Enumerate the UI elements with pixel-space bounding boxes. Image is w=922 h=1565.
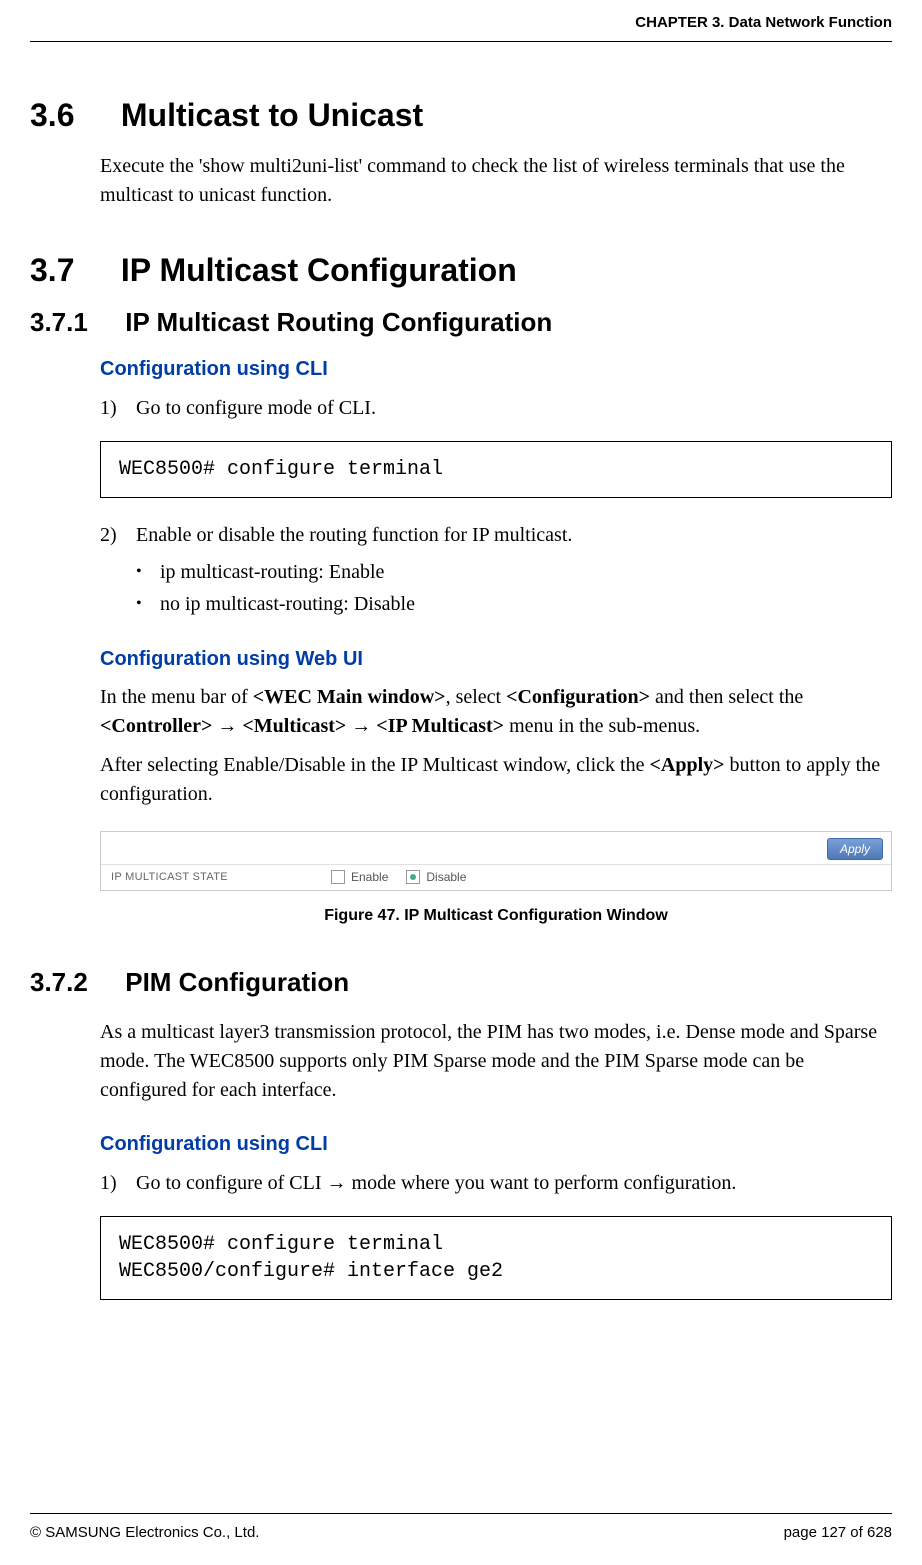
ip-multicast-state-label: IP MULTICAST STATE <box>111 871 331 883</box>
step-text: Enable or disable the routing function f… <box>136 520 572 550</box>
bold-frag: <Multicast> <box>242 715 346 737</box>
text-frag: , select <box>446 686 507 708</box>
page-header: CHAPTER 3. Data Network Function <box>30 0 892 42</box>
figure-state-row: IP MULTICAST STATE Enable Disable <box>101 864 891 890</box>
figure-toolbar: Apply <box>101 832 891 864</box>
figure-47-caption: Figure 47. IP Multicast Configuration Wi… <box>100 907 892 925</box>
arrow-icon: → <box>212 715 242 737</box>
figure-47-box: Apply IP MULTICAST STATE Enable Disable <box>100 831 892 891</box>
config-webui-heading: Configuration using Web UI <box>100 648 892 671</box>
bold-frag: <Apply> <box>649 754 724 776</box>
step-row: 1) Go to configure of CLI → mode where y… <box>100 1168 892 1198</box>
bullet-row: • ip multicast-routing: Enable <box>136 556 892 588</box>
apply-button[interactable]: Apply <box>827 838 883 860</box>
step-text: Go to configure of CLI → mode where you … <box>136 1168 736 1198</box>
webui-para-1: In the menu bar of <WEC Main window>, se… <box>100 683 892 741</box>
step-text: Go to configure mode of CLI. <box>136 393 376 423</box>
section-3-6-heading: 3.6 Multicast to Unicast <box>30 97 892 134</box>
bullet-text: ip multicast-routing: Enable <box>160 556 384 588</box>
section-3-7-1-heading: 3.7.1 IP Multicast Routing Configuration <box>30 307 892 338</box>
section-3-7-1-num: 3.7.1 <box>30 307 118 338</box>
chapter-label: CHAPTER 3. Data Network Function <box>635 14 892 31</box>
radio-selected-icon <box>410 874 416 880</box>
step-num: 1) <box>100 1168 136 1198</box>
code-block-1: WEC8500# configure terminal <box>100 441 892 498</box>
config-cli-heading-1: Configuration using CLI <box>100 358 892 381</box>
section-3-7-1-title: IP Multicast Routing Configuration <box>125 307 552 337</box>
section-3-6-title: Multicast to Unicast <box>121 97 423 133</box>
step-num: 2) <box>100 520 136 550</box>
radio-disable[interactable]: Disable <box>406 870 466 884</box>
section-3-6-num: 3.6 <box>30 97 112 134</box>
radio-icon <box>331 870 345 884</box>
section-3-7-heading: 3.7 IP Multicast Configuration <box>30 252 892 289</box>
page-content: 3.6 Multicast to Unicast Execute the 'sh… <box>30 42 892 1300</box>
radio-label: Disable <box>426 870 466 884</box>
text-frag: and then select the <box>650 686 803 708</box>
section-3-7-2-title: PIM Configuration <box>125 967 349 997</box>
section-3-7-title: IP Multicast Configuration <box>121 252 517 288</box>
bold-frag: <Controller> <box>100 715 212 737</box>
copyright-text: © SAMSUNG Electronics Co., Ltd. <box>30 1524 259 1541</box>
page-footer: © SAMSUNG Electronics Co., Ltd. page 127… <box>30 1513 892 1541</box>
radio-enable[interactable]: Enable <box>331 870 388 884</box>
bullet-dot-icon: • <box>136 556 160 588</box>
bullet-list: • ip multicast-routing: Enable • no ip m… <box>136 556 892 620</box>
bold-frag: <IP Multicast> <box>376 715 504 737</box>
bullet-text: no ip multicast-routing: Disable <box>160 588 415 620</box>
code-block-2: WEC8500# configure terminal WEC8500/conf… <box>100 1216 892 1300</box>
step-num: 1) <box>100 393 136 423</box>
page-number: page 127 of 628 <box>784 1524 892 1541</box>
section-3-7-2-heading: 3.7.2 PIM Configuration <box>30 967 892 998</box>
webui-para-2: After selecting Enable/Disable in the IP… <box>100 751 892 809</box>
radio-icon <box>406 870 420 884</box>
text-frag: After selecting Enable/Disable in the IP… <box>100 754 649 776</box>
section-3-7-2-num: 3.7.2 <box>30 967 118 998</box>
text-frag: In the menu bar of <box>100 686 253 708</box>
step-row: 2) Enable or disable the routing functio… <box>100 520 892 550</box>
bold-frag: <Configuration> <box>506 686 650 708</box>
bullet-row: • no ip multicast-routing: Disable <box>136 588 892 620</box>
text-frag: menu in the sub-menus. <box>504 715 700 737</box>
section-3-7-2-para: As a multicast layer3 transmission proto… <box>100 1018 892 1105</box>
step-row: 1) Go to configure mode of CLI. <box>100 393 892 423</box>
bold-frag: <WEC Main window> <box>253 686 446 708</box>
bullet-dot-icon: • <box>136 588 160 620</box>
section-3-7-num: 3.7 <box>30 252 112 289</box>
radio-label: Enable <box>351 870 388 884</box>
arrow-icon: → <box>346 715 376 737</box>
section-3-6-para: Execute the 'show multi2uni-list' comman… <box>100 152 892 210</box>
config-cli-heading-2: Configuration using CLI <box>100 1133 892 1156</box>
